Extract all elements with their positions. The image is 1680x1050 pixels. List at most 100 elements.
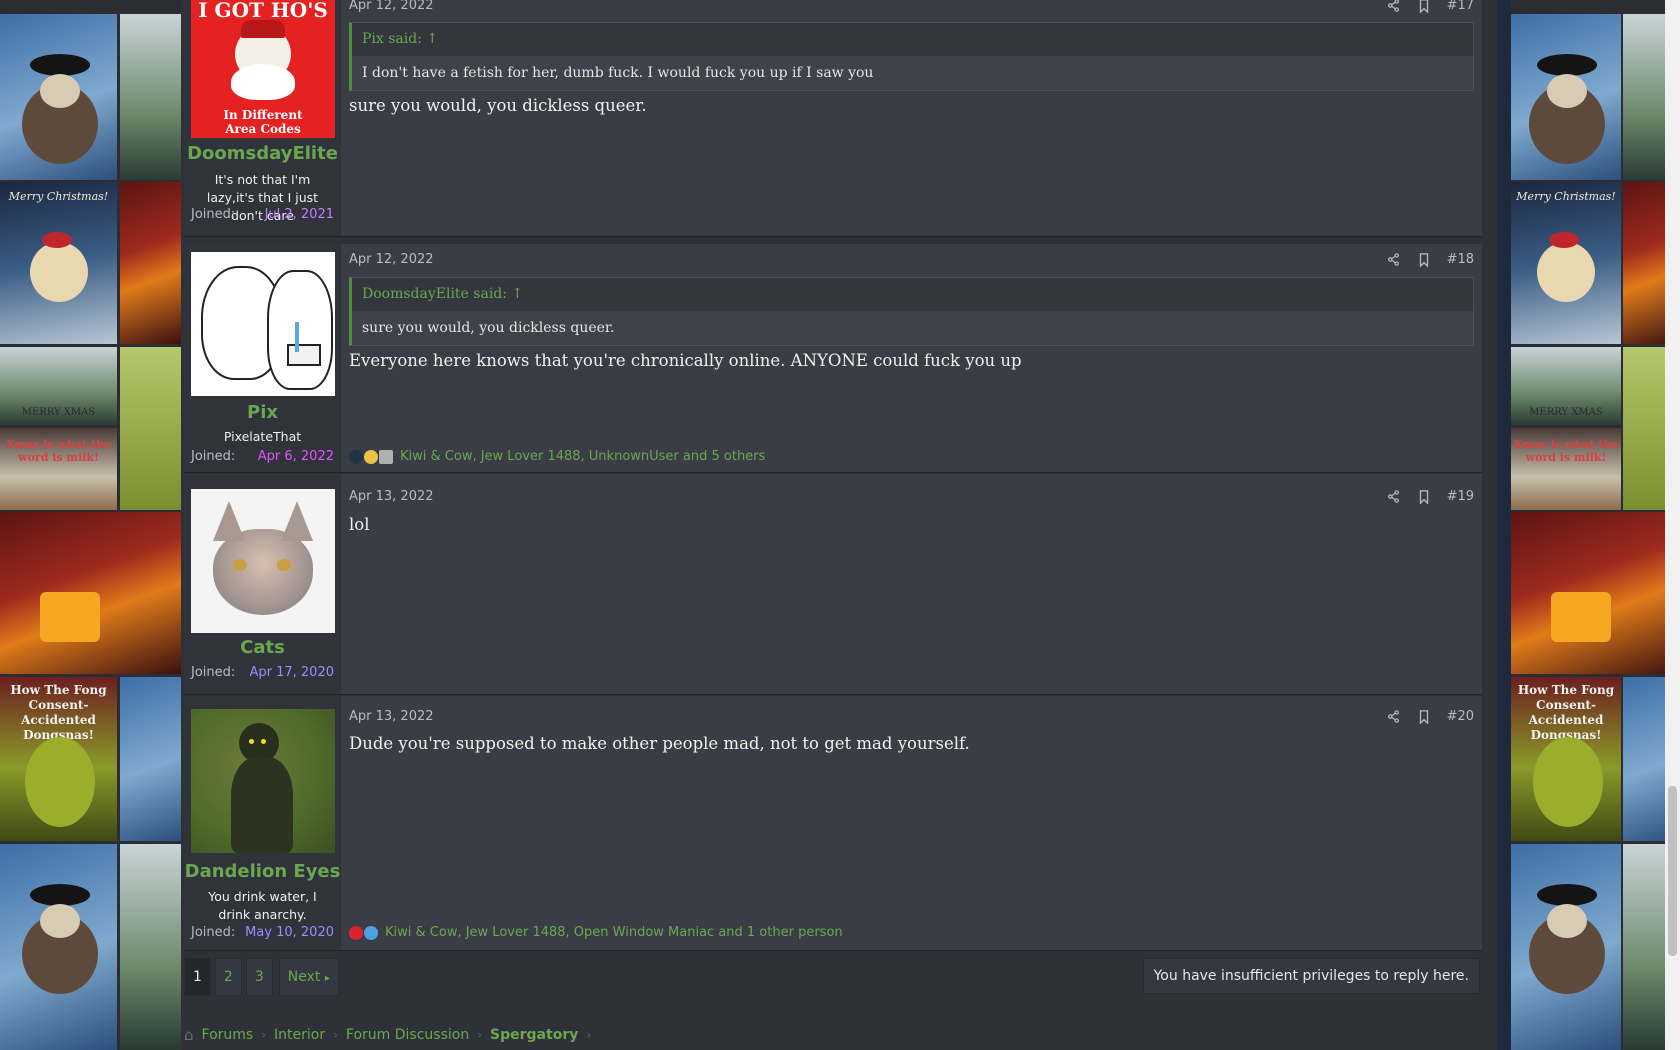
breadcrumb-interior[interactable]: Interior xyxy=(274,1027,325,1043)
left-wallpaper: Merry Christmas! MERRY XMAS Xmas is what… xyxy=(0,0,181,1050)
joined-date: May 10, 2020 xyxy=(245,925,334,940)
arrow-up-circle-icon[interactable]: ↑︎ xyxy=(511,286,523,302)
chevron-right-icon: ▸ xyxy=(324,973,330,984)
snowman-art xyxy=(1511,844,1621,1050)
joined-date: Apr 6, 2022 xyxy=(257,449,334,464)
next-page-button[interactable]: Next ▸ xyxy=(278,958,339,996)
joined-label: Joined: xyxy=(191,449,236,464)
post-message: lol xyxy=(349,515,370,534)
snowman-art xyxy=(1511,14,1621,180)
reactions-list[interactable]: Kiwi & Cow, Jew Lover 1488, UnknownUser … xyxy=(400,449,765,464)
joined-date: Apr 17, 2020 xyxy=(249,665,334,680)
fireplace-art xyxy=(1511,512,1680,674)
breadcrumb-spergatory[interactable]: Spergatory xyxy=(490,1027,578,1043)
post-message: sure you would, you dickless queer. xyxy=(349,96,647,115)
reactions-bar[interactable]: Kiwi & Cow, Jew Lover 1488, Open Window … xyxy=(349,925,843,940)
joined-label: Joined: xyxy=(191,925,236,940)
post-20: Dandelion Eyes You drink water, I drink … xyxy=(184,696,1482,951)
reaction-icons xyxy=(349,925,379,940)
wallpaper-tile xyxy=(120,347,181,510)
bookmark-icon[interactable] xyxy=(1417,489,1431,504)
reactions-list[interactable]: Kiwi & Cow, Jew Lover 1488, Open Window … xyxy=(385,925,843,940)
arrow-up-circle-icon[interactable]: ↑︎ xyxy=(426,31,438,47)
user-sidebar: Dandelion Eyes You drink water, I drink … xyxy=(184,696,341,950)
quote-author[interactable]: DoomsdayElite said: xyxy=(362,286,507,302)
merry-xmas-art: MERRY XMAS xyxy=(1511,347,1621,425)
post-actions: #17 xyxy=(1387,0,1474,13)
page-3[interactable]: 3 xyxy=(245,958,273,996)
post-message: Dude you're supposed to make other peopl… xyxy=(349,734,970,753)
breadcrumb-separator: › xyxy=(477,1028,483,1042)
thread-column: I GOT HO'S In Different Area Codes Dooms… xyxy=(181,0,1497,1050)
post-message: Everyone here knows that you're chronica… xyxy=(349,351,1022,370)
breadcrumb-separator: › xyxy=(261,1028,267,1042)
post-date[interactable]: Apr 12, 2022 xyxy=(349,252,434,267)
bookmark-icon[interactable] xyxy=(1417,0,1431,13)
post-body: Apr 12, 2022 #17 Pix said: ↑︎ I don't ha… xyxy=(349,0,1474,236)
fireplace-art xyxy=(0,512,181,674)
scrollbar[interactable] xyxy=(1665,0,1680,1050)
page-2[interactable]: 2 xyxy=(214,958,242,996)
breadcrumb-separator: › xyxy=(333,1028,338,1042)
bookmark-icon[interactable] xyxy=(1417,709,1431,724)
share-icon[interactable] xyxy=(1387,490,1401,504)
post-number[interactable]: #17 xyxy=(1447,0,1474,13)
bookmark-icon[interactable] xyxy=(1417,252,1431,267)
quote-author[interactable]: Pix said: xyxy=(362,31,422,47)
post-number[interactable]: #20 xyxy=(1447,709,1474,724)
wallpaper-tile xyxy=(120,677,181,841)
merry-xmas-art: MERRY XMAS xyxy=(0,347,117,425)
username[interactable]: Pix xyxy=(184,402,341,423)
next-label: Next xyxy=(287,969,321,985)
avatar[interactable] xyxy=(191,709,335,853)
quote-block: DoomsdayElite said: ↑︎ sure you would, y… xyxy=(349,277,1474,346)
grinch-art: How The Fong Consent-Accidented Dongsnas… xyxy=(1511,677,1621,841)
wallpaper-tile xyxy=(120,14,181,180)
quote-header[interactable]: Pix said: ↑︎ xyxy=(352,23,1473,56)
share-icon[interactable] xyxy=(1387,710,1401,724)
avatar[interactable] xyxy=(191,252,335,396)
post-date[interactable]: Apr 13, 2022 xyxy=(349,709,434,724)
avatar[interactable]: I GOT HO'S In Different Area Codes xyxy=(191,0,335,138)
username[interactable]: DoomsdayElite xyxy=(184,143,341,164)
breadcrumb-forums[interactable]: Forums xyxy=(202,1027,254,1043)
post-number[interactable]: #19 xyxy=(1447,489,1474,504)
post-body: Apr 13, 2022 #19 lol xyxy=(349,474,1474,694)
xmas-milk-art: Xmas is what the word is milk! xyxy=(1511,428,1621,510)
breadcrumb: ⌂ Forums › Interior › Forum Discussion ›… xyxy=(184,1026,591,1044)
post-18: Pix PixelateThat Joined: Apr 6, 2022 Apr… xyxy=(184,244,1482,473)
wallpaper-tile xyxy=(120,844,181,1050)
avatar[interactable] xyxy=(191,489,335,633)
xmas-milk-art: Xmas is what the word is milk! xyxy=(0,428,117,510)
pagination: 1 2 3 Next ▸ xyxy=(184,958,339,996)
share-icon[interactable] xyxy=(1387,0,1401,13)
joined-label: Joined: xyxy=(191,207,236,222)
post-17: I GOT HO'S In Different Area Codes Dooms… xyxy=(184,0,1482,237)
scrollbar-thumb[interactable] xyxy=(1668,786,1677,956)
quote-text: I don't have a fetish for her, dumb fuck… xyxy=(352,56,1473,90)
snowman-art xyxy=(0,14,117,180)
post-number[interactable]: #18 xyxy=(1447,252,1474,267)
home-icon[interactable]: ⌂ xyxy=(184,1026,194,1044)
page-1[interactable]: 1 xyxy=(184,958,211,996)
reactions-bar[interactable]: Kiwi & Cow, Jew Lover 1488, UnknownUser … xyxy=(349,449,765,464)
user-title: PixelateThat xyxy=(223,429,302,444)
post-body: Apr 13, 2022 #20 Dude you're supposed to… xyxy=(349,696,1474,950)
right-wallpaper: Merry Christmas! MERRY XMAS Xmas is what… xyxy=(1497,0,1680,1050)
quote-header[interactable]: DoomsdayElite said: ↑︎ xyxy=(352,278,1473,311)
username[interactable]: Cats xyxy=(184,637,341,658)
avatar-text: I GOT HO'S xyxy=(198,0,328,22)
share-icon[interactable] xyxy=(1387,253,1401,267)
post-date[interactable]: Apr 12, 2022 xyxy=(349,0,434,13)
joined-label: Joined: xyxy=(191,665,236,680)
post-actions: #20 xyxy=(1387,709,1474,724)
wallpaper-tile xyxy=(120,182,181,344)
user-sidebar: Cats Joined: Apr 17, 2020 xyxy=(184,474,341,694)
post-date[interactable]: Apr 13, 2022 xyxy=(349,489,434,504)
reaction-icons xyxy=(349,449,394,464)
user-sidebar: Pix PixelateThat Joined: Apr 6, 2022 xyxy=(184,244,341,472)
snowman-art xyxy=(0,844,117,1050)
breadcrumb-forum-discussion[interactable]: Forum Discussion xyxy=(346,1027,469,1043)
grinch-art: How The Fong Consent-Accidented Dongsnas… xyxy=(0,677,117,841)
username[interactable]: Dandelion Eyes xyxy=(184,861,341,882)
